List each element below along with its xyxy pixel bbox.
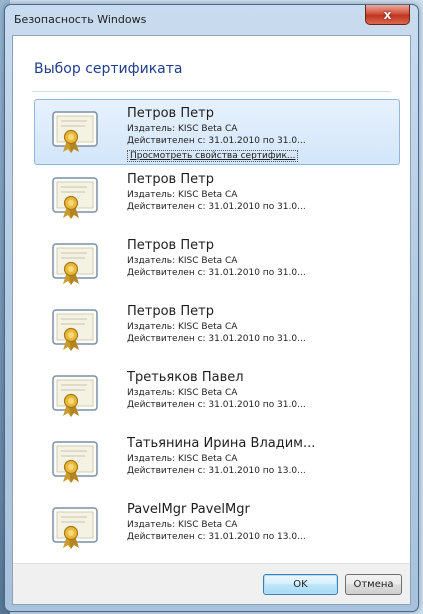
certificate-dialog: Безопасность Windows x Выбор сертификата	[4, 4, 419, 612]
certificate-validity: Действителен с: 31.01.2010 по 31.0...	[127, 136, 306, 146]
close-icon: x	[383, 7, 392, 22]
ok-button[interactable]: OK	[263, 574, 338, 595]
certificate-validity: Действителен с: 31.01.2010 по 31.0...	[127, 202, 306, 212]
window-title: Безопасность Windows	[14, 13, 147, 26]
certificate-subject: Третьяков Павел	[127, 370, 244, 385]
certificate-icon	[52, 243, 98, 285]
certificate-validity: Действителен с: 31.01.2010 по 31.0...	[127, 400, 306, 410]
certificate-item[interactable]: Третьяков Павел Издатель: KISC Beta CA Д…	[34, 363, 400, 429]
certificate-subject: PavelMgr PavelMgr	[127, 502, 250, 517]
certificate-icon	[52, 507, 98, 549]
certificate-icon	[52, 309, 98, 351]
certificate-list[interactable]: Петров Петр Издатель: KISC Beta CA Дейст…	[34, 99, 400, 559]
certificate-issuer: Издатель: KISC Beta CA	[127, 190, 238, 200]
certificate-issuer: Издатель: KISC Beta CA	[127, 322, 238, 332]
certificate-issuer: Издатель: KISC Beta CA	[127, 388, 238, 398]
certificate-validity: Действителен с: 31.01.2010 по 31.0...	[127, 334, 306, 344]
certificate-issuer: Издатель: KISC Beta CA	[127, 256, 238, 266]
view-certificate-properties-link[interactable]: Просмотреть свойства сертифик...	[127, 150, 299, 162]
certificate-item[interactable]: Петров Петр Издатель: KISC Beta CA Дейст…	[34, 165, 400, 231]
certificate-issuer: Издатель: KISC Beta CA	[127, 454, 238, 464]
title-bar[interactable]: Безопасность Windows x	[5, 5, 418, 35]
dialog-body: Выбор сертификата Петров Петр Издатель: …	[12, 35, 411, 605]
certificate-validity: Действителен с: 31.01.2010 по 31.0...	[127, 268, 306, 278]
certificate-subject: Татьянина Ирина Владим...	[127, 436, 316, 451]
certificate-icon	[52, 111, 98, 153]
cancel-button[interactable]: Отмена	[345, 574, 402, 595]
certificate-item[interactable]: Татьянина Ирина Владим... Издатель: KISC…	[34, 429, 400, 495]
certificate-subject: Петров Петр	[127, 172, 214, 187]
certificate-item[interactable]: Петров Петр Издатель: KISC Beta CA Дейст…	[34, 231, 400, 297]
certificate-subject: Петров Петр	[127, 304, 214, 319]
certificate-icon	[52, 441, 98, 483]
certificate-issuer: Издатель: KISC Beta CA	[127, 124, 238, 134]
heading-divider	[32, 91, 391, 92]
certificate-validity: Действителен с: 31.01.2010 по 13.0...	[127, 532, 306, 542]
certificate-item[interactable]: Петров Петр Издатель: KISC Beta CA Дейст…	[34, 99, 400, 165]
certificate-item[interactable]: PavelMgr PavelMgr Издатель: KISC Beta CA…	[34, 495, 400, 559]
button-bar: OK Отмена	[13, 563, 410, 604]
certificate-icon	[52, 177, 98, 219]
certificate-icon	[52, 375, 98, 417]
certificate-subject: Петров Петр	[127, 106, 214, 121]
certificate-issuer: Издатель: KISC Beta CA	[127, 520, 238, 530]
close-button[interactable]: x	[365, 5, 410, 25]
certificate-subject: Петров Петр	[127, 238, 214, 253]
dialog-heading: Выбор сертификата	[34, 61, 183, 77]
certificate-validity: Действителен с: 31.01.2010 по 13.0...	[127, 466, 306, 476]
certificate-item[interactable]: Петров Петр Издатель: KISC Beta CA Дейст…	[34, 297, 400, 363]
